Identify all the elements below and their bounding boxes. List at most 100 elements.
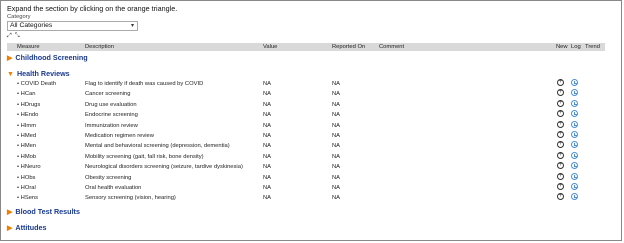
triangle-right-icon[interactable]: ▶ [7,225,12,232]
header-comment: Comment [379,44,405,50]
add-circle-icon[interactable]: + [557,183,564,190]
row-reported-on: NA [332,112,341,119]
table-row: • COVID Death Flag to identify if death w… [0,79,624,89]
add-circle-icon[interactable]: + [557,131,564,138]
add-circle-icon[interactable]: + [557,110,564,118]
category-label: Category [7,14,31,20]
row-value: NA [263,153,272,160]
add-circle-icon[interactable]: + [557,162,564,170]
row-value: NA [263,195,272,202]
history-clock-icon[interactable] [571,193,578,201]
history-clock-icon[interactable] [571,99,578,107]
history-clock-icon[interactable] [571,131,578,138]
header-log: Log [571,44,581,50]
category-selected-value: All Categories [10,22,53,29]
history-clock-icon[interactable] [571,120,578,128]
header-measure: Measure [17,44,40,50]
row-description: Flag to identify if death was caused by … [85,81,204,87]
table-row: • HImm Immunization review NA NA + [0,120,624,131]
section-childhood-screening[interactable]: ▶ Childhood Screening [7,53,88,62]
row-reported-on: NA [332,91,341,98]
row-reported-on: NA [332,164,341,171]
section-attitudes[interactable]: ▶ Attitudes [7,223,47,232]
row-measure: • HEndo [17,112,39,119]
row-measure: • COVID Death [17,81,57,87]
history-clock-icon[interactable] [571,151,578,159]
row-measure: • HOral [17,185,36,191]
table-row: • HObs Obesity screening NA NA + [0,172,624,183]
row-value: NA [263,133,272,139]
history-clock-icon[interactable] [571,162,578,170]
row-description: Immunization review [85,122,138,129]
row-measure: • HNeuro [17,164,41,171]
header-description: Description [85,44,114,50]
row-value: NA [263,91,272,98]
history-clock-icon[interactable] [571,141,578,149]
add-circle-icon[interactable]: + [557,99,564,107]
row-description: Drug use evaluation [85,101,137,108]
row-description: Mental and behavioral screening (depress… [85,143,230,150]
section-health-reviews[interactable]: ▼ Health Reviews [7,69,70,78]
row-description: Obesity screening [85,174,132,181]
add-circle-icon[interactable]: + [557,120,564,128]
row-measure: • HMob [17,153,37,160]
row-description: Mobility screening (gait, fall risk, bon… [85,153,204,160]
row-description: Cancer screening [85,91,131,98]
collapse-all-icon[interactable]: ⤡ [15,33,20,39]
section-title: Attitudes [15,223,47,232]
history-clock-icon[interactable] [571,89,578,97]
header-new: New [556,44,568,50]
triangle-right-icon[interactable]: ▶ [7,209,12,216]
row-value: NA [263,101,272,108]
row-description: Neurological disorders screening (seizur… [85,164,243,171]
row-value: NA [263,174,272,181]
chevron-down-icon: ▾ [130,23,134,29]
add-circle-icon[interactable]: + [557,79,564,86]
triangle-right-icon[interactable]: ▶ [7,55,12,62]
add-circle-icon[interactable]: + [557,193,564,201]
history-clock-icon[interactable] [571,79,578,86]
section-blood-test-results[interactable]: ▶ Blood Test Results [7,207,80,216]
row-reported-on: NA [332,153,341,160]
header-value: Value [263,44,278,50]
section-title: Health Reviews [16,69,70,78]
row-description: Sensory screening (vision, hearing) [85,195,176,202]
row-description: Oral health evaluation [85,185,142,191]
table-row: • HOral Oral health evaluation NA NA + [0,183,624,193]
row-reported-on: NA [332,101,341,108]
add-circle-icon[interactable]: + [557,141,564,149]
row-reported-on: NA [332,81,341,87]
history-clock-icon[interactable] [571,172,578,180]
history-clock-icon[interactable] [571,183,578,190]
row-value: NA [263,185,272,191]
row-value: NA [263,143,272,150]
table-header: Measure Description Value Reported On Co… [7,43,605,51]
table-row: • HNeuro Neurological disorders screening… [0,162,624,172]
table-row: • HDrugs Drug use evaluation NA NA + [0,99,624,110]
row-measure: • HMen [17,143,37,150]
triangle-down-icon[interactable]: ▼ [7,71,14,78]
table-row: • HMed Medication regimen review NA NA + [0,131,624,141]
add-circle-icon[interactable]: + [557,172,564,180]
category-select[interactable]: All Categories ▾ [7,21,138,31]
add-circle-icon[interactable]: + [557,89,564,97]
history-clock-icon[interactable] [571,110,578,118]
row-value: NA [263,122,272,129]
add-circle-icon[interactable]: + [557,151,564,159]
row-reported-on: NA [332,195,341,202]
header-trend: Trend [585,44,600,50]
row-value: NA [263,164,272,171]
row-reported-on: NA [332,143,341,150]
header-reported-on: Reported On [332,44,366,50]
table-row: • HSens Sensory screening (vision, hearin… [0,193,624,203]
row-description: Endocrine screening [85,112,138,119]
row-measure: • HImm [17,122,37,129]
expand-all-icon[interactable]: ⤢ [7,33,12,39]
row-value: NA [263,112,272,119]
row-value: NA [263,81,272,87]
row-measure: • HDrugs [17,101,41,108]
row-reported-on: NA [332,185,341,191]
table-row: • HCan Cancer screening NA NA + [0,89,624,99]
row-measure: • HObs [17,174,36,181]
row-measure: • HMed [17,133,37,139]
